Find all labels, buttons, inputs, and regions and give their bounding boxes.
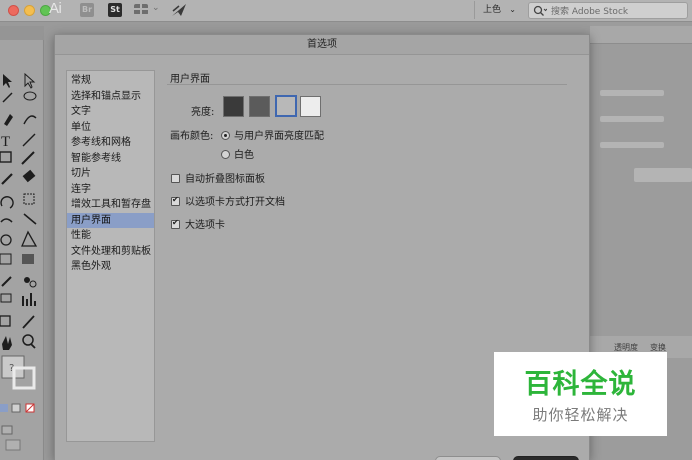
panel-row bbox=[600, 116, 664, 122]
category-file-handling-clipboard[interactable]: 文件处理和剪贴板 bbox=[67, 244, 154, 260]
brightness-medium-light-swatch[interactable] bbox=[275, 95, 297, 117]
radio-match-ui[interactable] bbox=[221, 131, 230, 140]
direct-selection-tool-icon bbox=[24, 72, 36, 89]
canvas-white-label: 白色 bbox=[234, 150, 254, 161]
chevron-down-icon: ⌄ bbox=[509, 5, 516, 14]
search-adobe-stock-input[interactable]: 搜索 Adobe Stock bbox=[528, 2, 688, 19]
open-as-tabs-checkbox[interactable] bbox=[171, 195, 180, 206]
chevron-down-icon[interactable]: ⌄ bbox=[152, 3, 160, 13]
gpu-performance-icon[interactable] bbox=[170, 2, 188, 18]
watermark-title: 百科全说 bbox=[524, 369, 637, 400]
screen-mode-icon bbox=[5, 439, 21, 451]
rectangle-tool-icon bbox=[0, 151, 12, 163]
radio-white[interactable] bbox=[221, 150, 230, 159]
panel-field bbox=[634, 168, 692, 182]
draw-normal-icon bbox=[1, 425, 13, 435]
color-mode-icon bbox=[0, 404, 8, 412]
dialog-title: 首选项 bbox=[55, 35, 589, 55]
watermark: 百科全说 助你轻松解决 bbox=[494, 352, 667, 436]
tools-icons: T ? bbox=[0, 26, 44, 451]
hand-tool-icon bbox=[2, 336, 12, 350]
category-selection-anchor-display[interactable]: 选择和锚点显示 bbox=[67, 89, 154, 105]
shape-builder-tool-icon bbox=[0, 234, 12, 246]
large-tabs-checkbox[interactable] bbox=[171, 218, 180, 229]
brightness-label: 亮度: bbox=[191, 107, 215, 118]
category-slices[interactable]: 切片 bbox=[67, 166, 154, 182]
panel-row bbox=[600, 90, 664, 96]
magic-wand-tool-icon bbox=[2, 92, 13, 103]
artboard-tool-icon bbox=[0, 315, 11, 327]
category-guides-grid[interactable]: 参考线和网格 bbox=[67, 135, 154, 151]
lasso-tool-icon bbox=[23, 91, 37, 101]
large-tabs-label: 大选项卡 bbox=[185, 220, 225, 231]
category-user-interface[interactable]: 用户界面 bbox=[67, 212, 154, 228]
preferences-category-list: 常规 选择和锚点显示 文字 单位 参考线和网格 智能参考线 切片 连字 增效工具… bbox=[66, 70, 155, 442]
symbol-sprayer-tool-icon bbox=[0, 293, 12, 303]
category-units[interactable]: 单位 bbox=[67, 120, 154, 136]
canvas-white-option[interactable]: 白色 bbox=[221, 146, 254, 161]
category-appearance-of-black[interactable]: 黑色外观 bbox=[67, 259, 154, 275]
column-graph-tool-icon bbox=[22, 293, 36, 306]
search-icon bbox=[533, 5, 547, 16]
section-divider bbox=[167, 84, 567, 85]
canvas-match-ui-label: 与用户界面亮度匹配 bbox=[234, 131, 324, 142]
workspace-label: 上色 bbox=[483, 5, 502, 15]
brightness-medium-dark-swatch[interactable] bbox=[249, 96, 270, 117]
mesh-tool-icon bbox=[0, 253, 12, 265]
eyedropper-tool-icon bbox=[1, 276, 12, 287]
pen-tool-icon bbox=[4, 114, 13, 126]
type-tool-icon: T bbox=[1, 134, 10, 150]
blend-tool-icon bbox=[24, 277, 30, 283]
auto-collapse-icon-panels-option[interactable]: 自动折叠图标面板 bbox=[171, 170, 265, 185]
watermark-subtitle: 助你轻松解决 bbox=[532, 406, 629, 424]
section-title: 用户界面 bbox=[170, 74, 210, 85]
auto-collapse-label: 自动折叠图标面板 bbox=[185, 174, 265, 185]
slice-tool-icon bbox=[22, 315, 35, 329]
canvas-color-label: 画布颜色: bbox=[170, 131, 214, 142]
paintbrush-tool-icon bbox=[21, 151, 35, 165]
eraser-tool-icon bbox=[22, 169, 36, 183]
selection-tool-icon bbox=[3, 74, 12, 88]
search-placeholder: 搜索 Adobe Stock bbox=[551, 7, 629, 17]
panel-header bbox=[590, 26, 692, 44]
workspace-switcher[interactable]: 上色 ⌄ bbox=[474, 1, 522, 19]
brightness-dark-swatch[interactable] bbox=[223, 96, 244, 117]
zoom-tool-icon bbox=[22, 334, 34, 346]
stock-icon[interactable]: St bbox=[108, 3, 122, 17]
canvas-match-ui-option[interactable]: 与用户界面亮度匹配 bbox=[221, 127, 324, 142]
app-menu-bar: Ai Br St ⌄ 上色 ⌄ 搜索 Adobe Stock bbox=[0, 0, 692, 22]
minimize-window-button[interactable] bbox=[24, 5, 35, 16]
cancel-button[interactable] bbox=[435, 456, 501, 460]
curvature-tool-icon bbox=[23, 115, 37, 125]
category-general[interactable]: 常规 bbox=[67, 73, 154, 89]
shaper-tool-icon bbox=[1, 173, 13, 185]
open-documents-as-tabs-option[interactable]: 以选项卡方式打开文档 bbox=[171, 193, 285, 208]
ok-button[interactable] bbox=[513, 456, 579, 460]
panel-row bbox=[600, 142, 664, 148]
category-hyphenation[interactable]: 连字 bbox=[67, 182, 154, 198]
large-tabs-option[interactable]: 大选项卡 bbox=[171, 216, 225, 231]
illustrator-logo: Ai bbox=[49, 0, 62, 17]
category-type[interactable]: 文字 bbox=[67, 104, 154, 120]
tools-panel: T ? bbox=[0, 26, 44, 460]
open-as-tabs-label: 以选项卡方式打开文档 bbox=[185, 197, 285, 208]
perspective-grid-tool-icon bbox=[21, 230, 38, 247]
category-smart-guides[interactable]: 智能参考线 bbox=[67, 151, 154, 167]
width-tool-icon bbox=[0, 218, 13, 223]
line-tool-icon bbox=[22, 133, 36, 147]
gradient-mode-icon bbox=[11, 403, 21, 413]
category-plugins-scratch-disks[interactable]: 增效工具和暂存盘 bbox=[67, 197, 154, 213]
brightness-light-swatch[interactable] bbox=[300, 96, 321, 117]
close-window-button[interactable] bbox=[8, 5, 19, 16]
category-performance[interactable]: 性能 bbox=[67, 228, 154, 244]
free-transform-tool-icon bbox=[23, 213, 37, 225]
gradient-tool-icon bbox=[22, 254, 34, 264]
bridge-icon[interactable]: Br bbox=[80, 3, 94, 17]
rotate-tool-icon bbox=[0, 196, 14, 209]
arrange-documents-icon[interactable] bbox=[134, 4, 148, 15]
auto-collapse-checkbox[interactable] bbox=[171, 174, 180, 183]
scale-tool-icon bbox=[23, 193, 35, 205]
